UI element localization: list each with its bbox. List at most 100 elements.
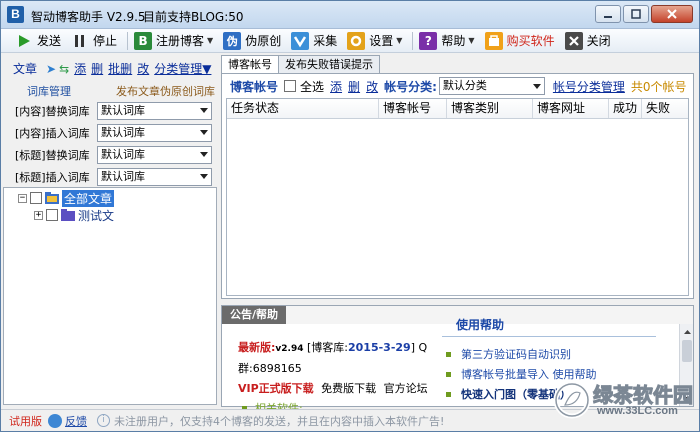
collect-label: 采集 xyxy=(313,34,338,48)
watermark: 绿茶软件园 www.33LC.com xyxy=(553,379,694,427)
folder-icon xyxy=(61,209,75,221)
account-actions: 博客帐号 全选 添 删 改 帐号分类: 默认分类 帐号分类管理 共0个帐号 xyxy=(230,77,687,95)
stop-button[interactable]: 停止 xyxy=(69,30,122,52)
column-header-success[interactable]: 成功 xyxy=(609,99,642,118)
select-value: 默认词库 xyxy=(101,125,145,139)
article-tree[interactable]: − 全部文章 + 测试文 xyxy=(3,187,217,405)
official-forum-link[interactable]: 官方论坛 xyxy=(384,382,428,395)
tree-node-label: 全部文章 xyxy=(62,189,115,207)
category-manage-link[interactable]: 分类管理▼ xyxy=(154,60,211,77)
tab-blog-accounts[interactable]: 博客帐号 xyxy=(221,55,279,74)
gear-icon xyxy=(347,31,366,50)
pseudo-label: 伪原创 xyxy=(245,34,282,48)
select-all-checkbox[interactable] xyxy=(284,80,297,92)
help-icon: ? xyxy=(419,31,438,50)
column-header-fail[interactable]: 失败 xyxy=(642,99,688,118)
register-blog-button[interactable]: B 注册博客 ▼ xyxy=(132,30,218,52)
account-category-select[interactable]: 默认分类 xyxy=(438,77,545,95)
column-header-status[interactable]: 任务状态 xyxy=(227,99,379,118)
tab-pseudo-lib[interactable]: 发布文章伪原创词库 xyxy=(116,83,215,99)
vip-download-link[interactable]: VIP正式版下载 xyxy=(238,382,314,395)
bullet-icon xyxy=(446,351,451,357)
close-button[interactable]: 关闭 xyxy=(563,30,616,52)
task-table[interactable]: 任务状态 博客帐号 博客类别 博客网址 成功 失败 xyxy=(226,98,689,296)
collect-icon xyxy=(291,31,310,50)
chevron-down-icon xyxy=(530,78,544,94)
article-label: 文章 xyxy=(13,62,38,76)
edit-article-link[interactable]: 改 xyxy=(137,60,149,77)
batch-delete-link[interactable]: 批删 xyxy=(108,60,132,77)
app-subtitle: 目前支持BLOG:50 xyxy=(143,10,244,24)
add-account-link[interactable]: 添 xyxy=(330,78,342,95)
settings-label: 设置 xyxy=(369,34,394,48)
title-insert-lib-select[interactable]: 默认词库 xyxy=(97,167,212,186)
send-label: 发送 xyxy=(37,34,62,48)
select-all-label: 全选 xyxy=(300,79,325,94)
minimize-button[interactable] xyxy=(595,5,621,23)
column-header-type[interactable]: 博客类别 xyxy=(447,99,533,118)
help-button[interactable]: ? 帮助 ▼ xyxy=(417,30,479,52)
lib-suffix: ] Q xyxy=(410,341,428,354)
maximize-button[interactable] xyxy=(623,5,649,23)
buy-button[interactable]: 购买软件 xyxy=(483,30,560,52)
watermark-url: www.33LC.com xyxy=(597,405,678,417)
content-insert-lib-select[interactable]: 默认词库 xyxy=(97,123,212,142)
title-bar: B 智动博客助手 V2.9.5 目前支持BLOG:50 xyxy=(1,1,699,29)
toolbar: 发送 停止 B 注册博客 ▼ 伪 伪原创 采集 设置 ▼ ? 帮助 ▼ 购买软件… xyxy=(1,29,699,53)
tree-node-child[interactable]: + 测试文 xyxy=(34,207,114,223)
lib-name: [标题]替换词库 xyxy=(15,148,90,162)
sync-icon[interactable]: ⇆ xyxy=(59,62,69,76)
feedback-link[interactable]: 反馈 xyxy=(65,413,87,429)
news-line-group: 群:6898165 xyxy=(238,362,302,375)
delete-account-link[interactable]: 删 xyxy=(348,78,360,95)
settings-button[interactable]: 设置 ▼ xyxy=(345,30,407,52)
lib-row: [内容]替换词库 默认词库 xyxy=(15,101,215,120)
close-label: 关闭 xyxy=(586,34,611,48)
scroll-thumb[interactable] xyxy=(682,340,692,362)
collapse-icon[interactable]: − xyxy=(18,193,27,203)
select-value: 默认分类 xyxy=(442,79,487,92)
content-replace-lib-select[interactable]: 默认词库 xyxy=(97,101,212,120)
tree-checkbox[interactable] xyxy=(46,209,58,221)
tree-checkbox[interactable] xyxy=(30,192,42,204)
lib-name: [标题]插入词库 xyxy=(15,170,90,184)
tab-lib-manage[interactable]: 词库管理 xyxy=(27,83,71,99)
column-header-url[interactable]: 博客网址 xyxy=(533,99,609,118)
help-item-captcha[interactable]: 第三方验证码自动识别 xyxy=(446,344,666,364)
app-logo-icon: B xyxy=(7,6,24,23)
pseudo-icon: 伪 xyxy=(223,31,242,50)
account-label: 博客帐号 xyxy=(230,79,279,94)
tree-node-label: 测试文 xyxy=(78,208,115,223)
expand-icon[interactable]: + xyxy=(34,210,43,220)
right-panel: 博客帐号 发布失败错误提示 博客帐号 全选 添 删 改 帐号分类: 默认分类 帐… xyxy=(221,55,694,415)
title-replace-lib-select[interactable]: 默认词库 xyxy=(97,145,212,164)
left-panel: 文章 ➤ ⇆ 添 删 批删 改 分类管理▼ 词库管理 发布文章伪原创词库 [内容… xyxy=(3,55,217,407)
close-window-button[interactable] xyxy=(651,5,693,23)
collect-button[interactable]: 采集 xyxy=(289,30,342,52)
free-download-link[interactable]: 免费版下载 xyxy=(321,382,376,395)
edit-account-link[interactable]: 改 xyxy=(366,78,378,95)
add-article-link[interactable]: 添 xyxy=(74,60,86,77)
chevron-down-icon xyxy=(197,169,211,185)
scroll-up-icon[interactable] xyxy=(681,325,693,338)
lib-row: [内容]插入词库 默认词库 xyxy=(15,123,215,142)
delete-article-link[interactable]: 删 xyxy=(91,60,103,77)
lib-row: [标题]插入词库 默认词库 xyxy=(15,167,215,186)
help-title: 使用帮助 xyxy=(456,318,505,332)
pseudo-original-button[interactable]: 伪 伪原创 xyxy=(221,30,286,52)
account-category-manage-link[interactable]: 帐号分类管理 xyxy=(553,78,625,95)
app-title: 智动博客助手 V2.9.5 xyxy=(31,10,146,24)
new-version-value[interactable]: v2.94 xyxy=(275,344,303,354)
tab-failure-errors[interactable]: 发布失败错误提示 xyxy=(278,55,380,73)
maximize-icon xyxy=(631,9,641,19)
window-controls xyxy=(595,5,693,23)
cart-icon xyxy=(484,31,503,50)
help-label: 帮助 xyxy=(441,34,466,48)
status-message: 未注册用户，仅支持4个博客的发送，并且在内容中插入本软件广告! xyxy=(114,414,445,428)
leaf-logo-icon xyxy=(553,381,591,419)
refresh-icon[interactable]: ➤ xyxy=(46,62,56,76)
send-button[interactable]: 发送 xyxy=(13,30,66,52)
tree-node-root[interactable]: − 全部文章 xyxy=(18,189,115,207)
lib-name: [内容]替换词库 xyxy=(15,104,90,118)
column-header-account[interactable]: 博客帐号 xyxy=(379,99,447,118)
